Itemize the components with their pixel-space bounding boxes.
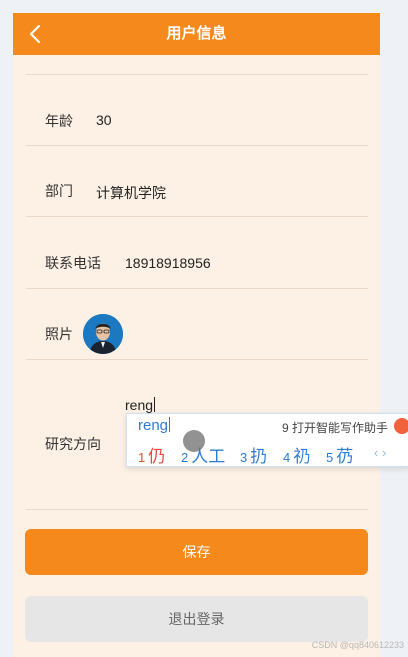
phone-value[interactable]: 18918918956 bbox=[125, 255, 211, 271]
ime-composition: reng bbox=[138, 417, 171, 434]
avatar[interactable] bbox=[83, 314, 123, 354]
phone-label: 联系电话 bbox=[45, 255, 101, 271]
divider bbox=[26, 509, 368, 510]
ime-candidate[interactable]: 5芿 bbox=[326, 442, 353, 467]
divider bbox=[26, 288, 368, 289]
department-value[interactable]: 计算机学院 bbox=[96, 183, 166, 203]
header-bar: 用户信息 bbox=[13, 13, 380, 55]
ime-candidate-window: reng 9 打开智能写作助手 1仍 2 人工 3扔 4礽 5芿 ‹ › bbox=[126, 413, 408, 467]
divider bbox=[26, 74, 368, 75]
divider bbox=[26, 145, 368, 146]
save-button[interactable]: 保存 bbox=[25, 529, 368, 575]
ime-pager-icon[interactable]: ‹ › bbox=[374, 445, 386, 460]
divider bbox=[26, 216, 368, 217]
ime-candidate[interactable]: 4礽 bbox=[283, 442, 310, 467]
photo-label: 照片 bbox=[45, 326, 73, 342]
pointer-cursor bbox=[183, 430, 205, 452]
ime-candidate[interactable]: 1仍 bbox=[138, 442, 165, 467]
ime-writing-assistant-tip[interactable]: 9 打开智能写作助手 bbox=[282, 419, 388, 436]
department-label: 部门 bbox=[45, 183, 73, 199]
person-photo-icon bbox=[83, 314, 123, 354]
ime-candidate[interactable]: 3扔 bbox=[240, 442, 267, 467]
age-label: 年龄 bbox=[45, 113, 73, 129]
research-label: 研究方向 bbox=[45, 436, 101, 452]
divider bbox=[26, 359, 368, 360]
ime-logo-icon bbox=[394, 418, 408, 434]
watermark: CSDN @qq840612233 bbox=[311, 640, 404, 650]
logout-button[interactable]: 退出登录 bbox=[25, 596, 368, 642]
age-value[interactable]: 30 bbox=[96, 112, 112, 128]
research-input[interactable]: reng bbox=[125, 397, 156, 413]
page-title: 用户信息 bbox=[166, 25, 227, 42]
